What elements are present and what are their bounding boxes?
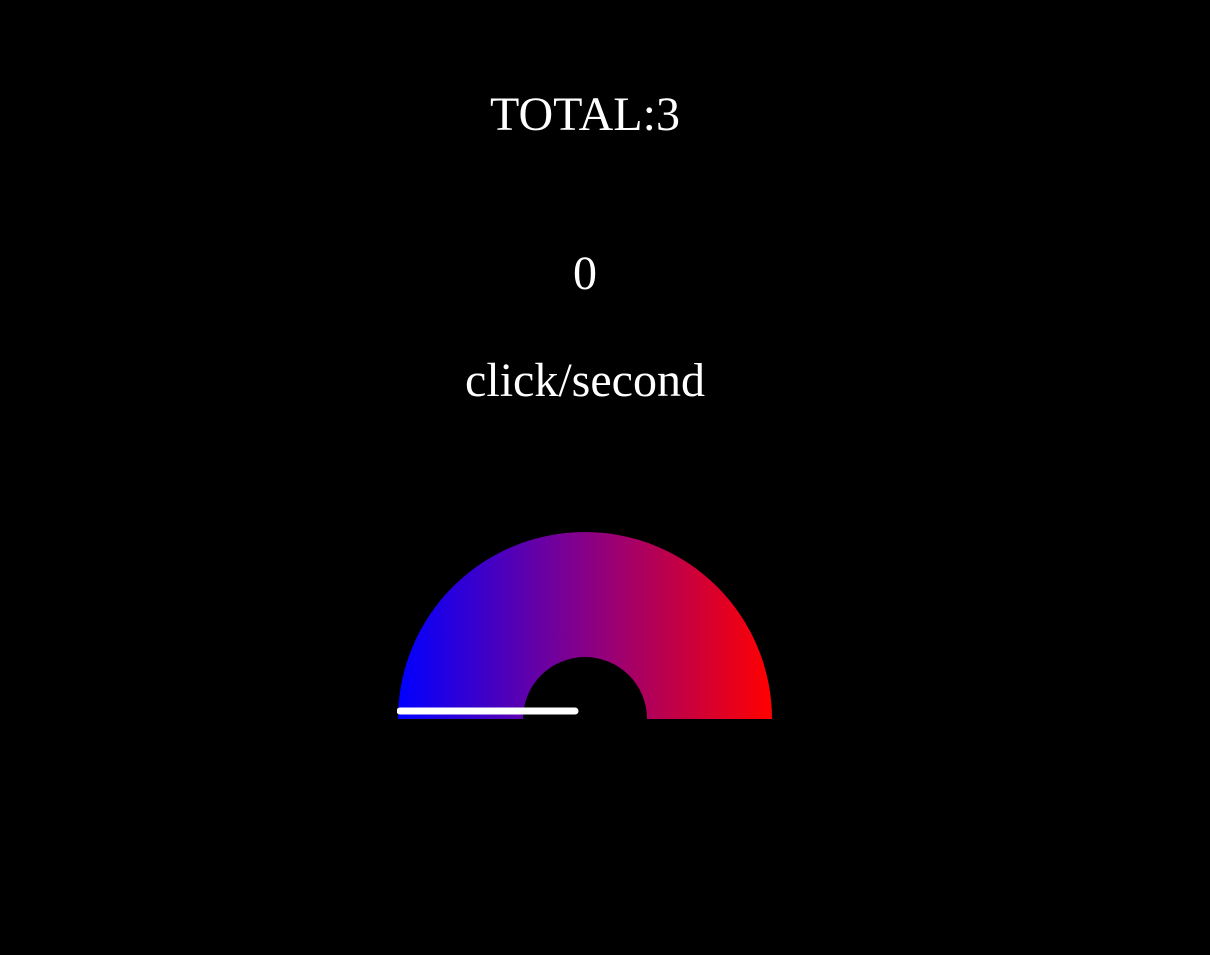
speed-gauge <box>397 532 772 719</box>
click-rate-unit: click/second <box>465 354 705 407</box>
total-counter: TOTAL:3 <box>0 86 1170 144</box>
total-label: TOTAL: <box>490 88 656 141</box>
total-value: 3 <box>655 88 680 141</box>
click-rate-value: 0 <box>573 247 597 300</box>
